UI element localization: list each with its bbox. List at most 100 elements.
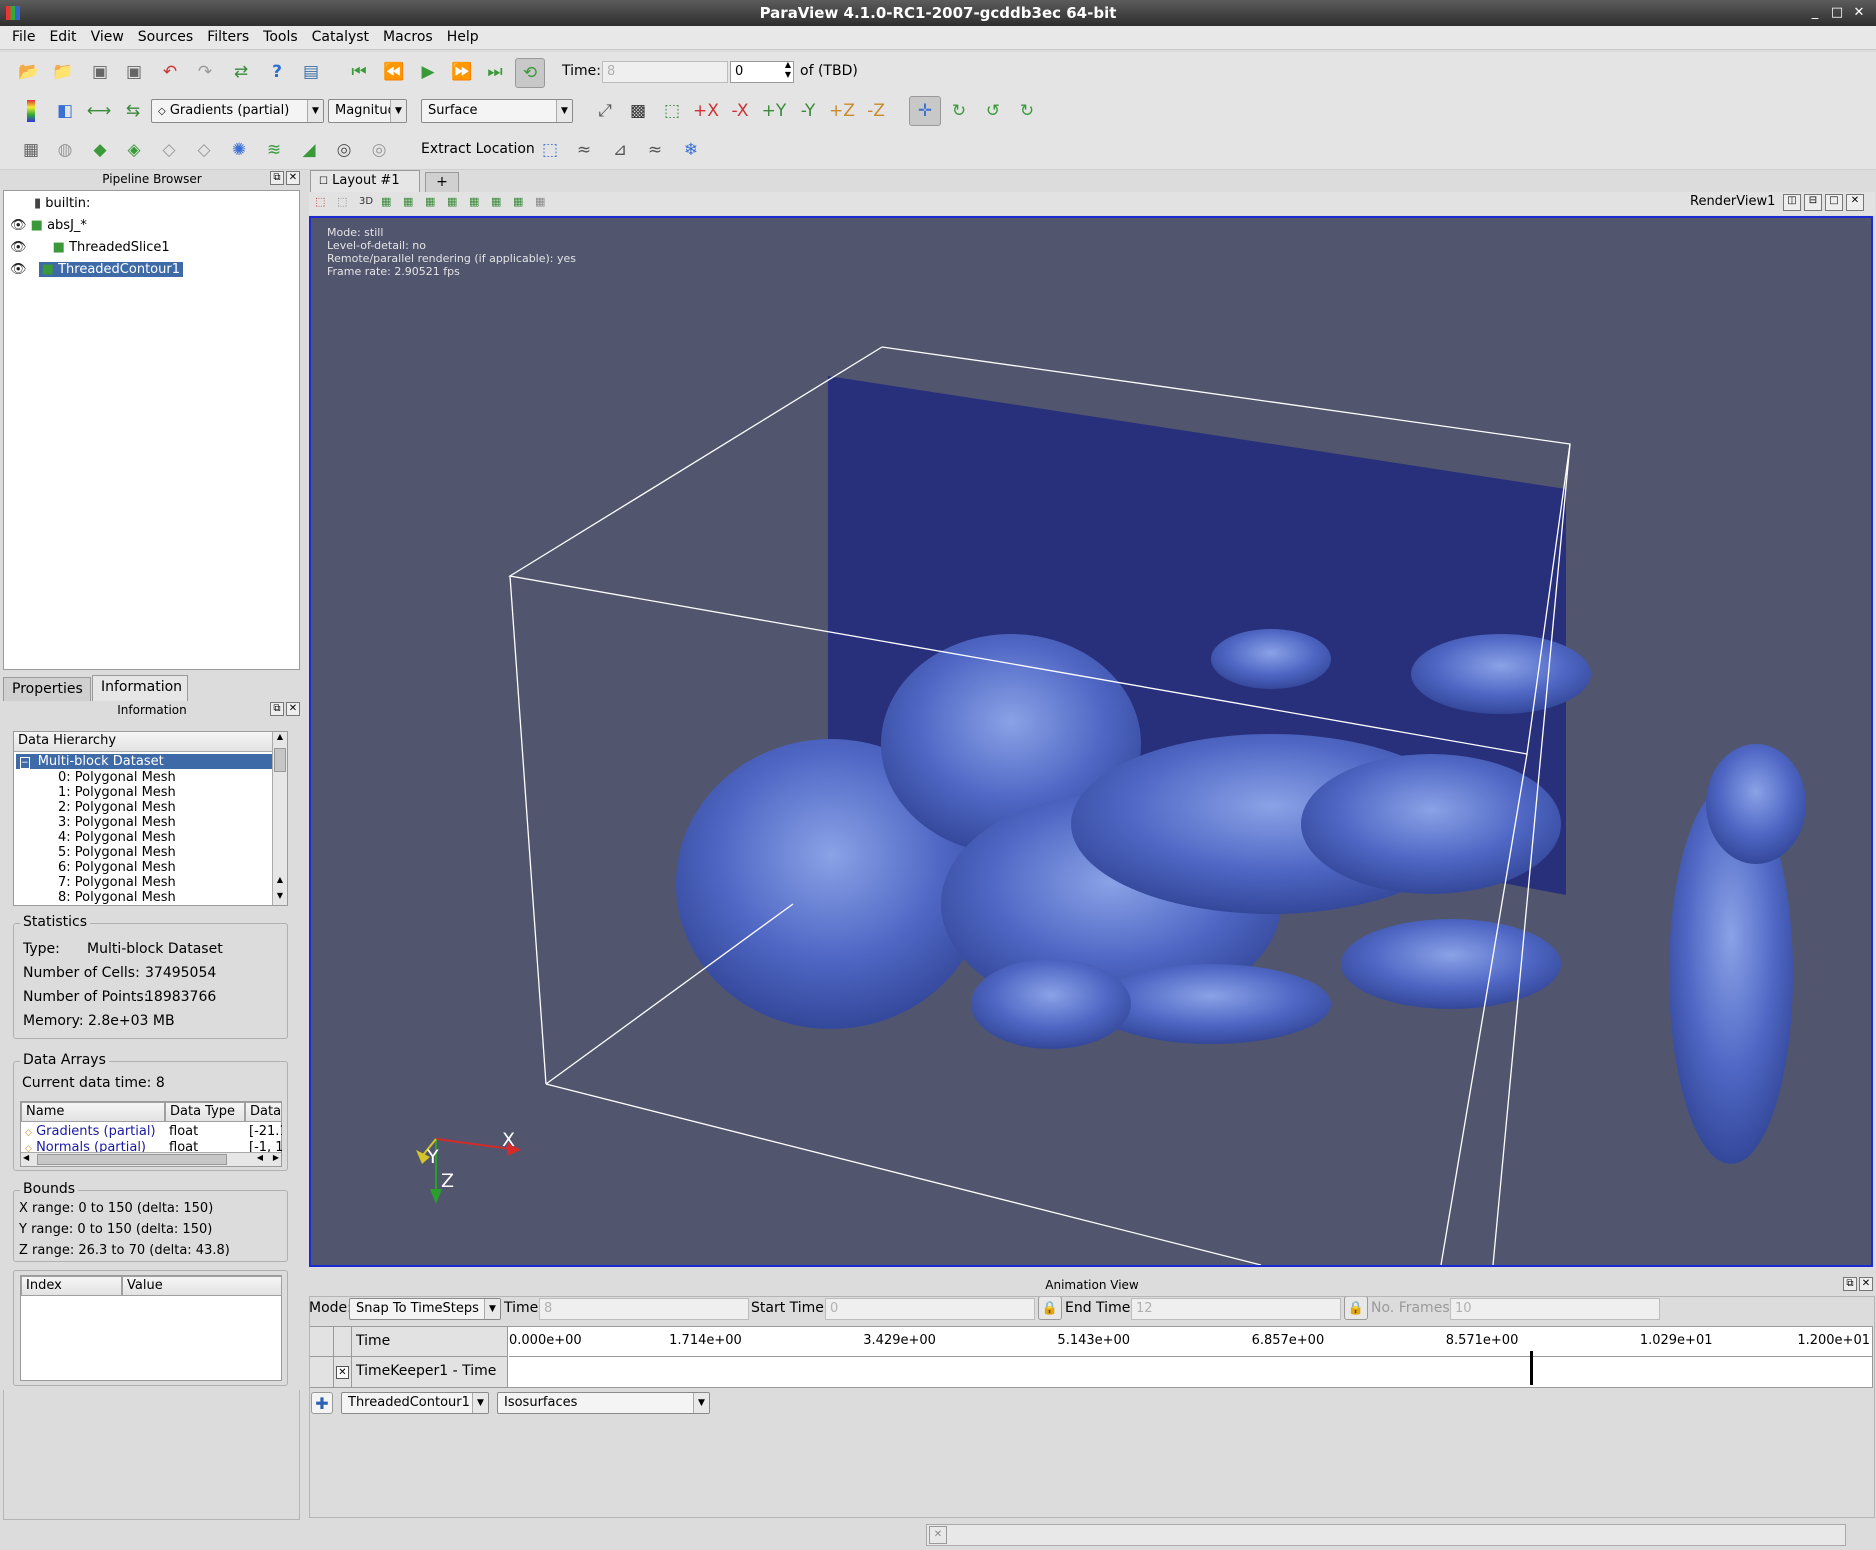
column-header-data-type[interactable]: Data Type [165,1102,245,1122]
zoom-to-data-icon[interactable]: ▩ [625,98,651,124]
menu-edit[interactable]: Edit [42,26,83,45]
menu-file[interactable]: File [5,26,42,45]
close-dock-icon[interactable]: ✕ [1859,1277,1873,1291]
hierarchy-scrollbar[interactable]: ▲ ▲ ▼ [272,732,287,905]
menu-filters[interactable]: Filters [200,26,256,45]
time-value-field[interactable]: 8 [602,61,728,83]
menu-tools[interactable]: Tools [256,26,305,45]
list-item[interactable]: 8: Polygonal Mesh [58,890,176,905]
abort-icon[interactable]: ✕ [929,1526,947,1544]
scroll-down-icon[interactable]: ▼ [273,891,287,905]
color-by-combo[interactable]: ◇ Gradients (partial) ▼ [151,99,324,123]
redo-icon[interactable]: ↷ [192,59,218,85]
select-frustum-icon[interactable]: ▦ [425,195,435,208]
menu-help[interactable]: Help [440,26,486,45]
collapse-icon[interactable]: − [20,757,30,769]
scroll-thumb[interactable] [274,748,286,772]
menu-macros[interactable]: Macros [376,26,440,45]
view-minus-z-icon[interactable]: -Z [863,98,889,124]
menu-view[interactable]: View [84,26,131,45]
view-plus-z-icon[interactable]: +Z [829,98,855,124]
list-item[interactable]: 7: Polygonal Mesh [58,875,176,890]
current-time-marker[interactable] [1530,1351,1534,1385]
previous-frame-icon[interactable]: ⏪ [381,59,407,85]
split-horizontal-icon[interactable]: ◫ [1783,194,1801,211]
select-points-icon[interactable]: ▦ [403,195,413,208]
edit-colormap-icon[interactable]: ◧ [52,98,78,124]
pipeline-item-threadedslice1[interactable]: 👁 ■ ThreadedSlice1 [10,240,170,258]
split-vertical-icon[interactable]: ⊟ [1804,194,1822,211]
close-dock-icon[interactable]: ✕ [286,171,300,185]
view-minus-y-icon[interactable]: -Y [795,98,821,124]
plot-selection-icon[interactable]: ≈ [642,137,668,163]
extract-location-label[interactable]: Extract Location [421,141,535,157]
clip-icon[interactable]: ◆ [87,137,113,163]
color-legend-icon[interactable] [18,98,44,124]
eye-icon[interactable]: 👁 [10,262,27,277]
save-data-icon[interactable]: ▣ [87,59,113,85]
column-header-index[interactable]: Index [21,1276,122,1296]
interactive-select-icon[interactable]: ▦ [469,195,479,208]
start-time-field[interactable]: 0 [825,1298,1035,1320]
rescale-range-icon[interactable]: ⟷ [86,98,112,124]
contour-icon[interactable]: ◍ [52,137,78,163]
end-time-field[interactable]: 12 [1131,1298,1341,1320]
track-property-combo[interactable]: Isosurfaces ▼ [497,1392,710,1414]
frames-field[interactable]: 10 [1450,1298,1660,1320]
list-item[interactable]: 5: Polygonal Mesh [58,845,176,860]
timekeeper-track-area[interactable] [509,1351,1872,1387]
threshold-icon[interactable]: ◇ [156,137,182,163]
scroll-right-icon[interactable]: ▶ [273,1153,279,1162]
particle-tracer-icon[interactable]: ❄ [678,137,704,163]
spin-arrows-icon[interactable]: ▲ ▼ [785,60,791,80]
menu-sources[interactable]: Sources [131,26,200,45]
lock-end-icon[interactable]: 🔒 [1344,1296,1368,1320]
list-item[interactable]: 3: Polygonal Mesh [58,815,176,830]
help-icon[interactable]: ? [264,59,290,85]
zoom-to-box-icon[interactable]: ⬚ [659,98,685,124]
list-item[interactable]: 1: Polygonal Mesh [58,785,176,800]
lock-start-icon[interactable]: 🔒 [1038,1296,1062,1320]
list-item[interactable]: 4: Polygonal Mesh [58,830,176,845]
last-frame-icon[interactable]: ⏭ [482,59,508,85]
slice-icon[interactable]: ◈ [121,137,147,163]
view-minus-x-icon[interactable]: -X [727,98,753,124]
grow-selection-icon[interactable]: ▦ [491,195,501,208]
connect-icon[interactable]: ⇄ [228,59,254,85]
close-window-button[interactable]: ✕ [1848,0,1870,26]
shrink-selection-icon[interactable]: ▦ [513,195,523,208]
first-frame-icon[interactable]: ⏮ [346,59,372,85]
rescale-custom-icon[interactable]: ⇆ [120,98,146,124]
camera-undo-icon[interactable]: ⬚ [337,195,347,208]
hierarchy-root[interactable]: − Multi-block Dataset [16,754,272,769]
plot-data-icon[interactable]: ⊿ [607,137,633,163]
rotate-90-cw-icon[interactable]: ↻ [946,98,972,124]
open-folder-icon[interactable]: 📂 [16,59,42,85]
close-dock-icon[interactable]: ✕ [286,702,300,716]
select-block-icon[interactable]: ▦ [447,195,457,208]
time-ruler[interactable]: 0.000e+00 1.714e+00 3.429e+00 5.143e+00 6.85… [509,1327,1872,1357]
extract-subset-icon[interactable]: ◇ [191,137,217,163]
tab-properties[interactable]: Properties [3,677,91,701]
reset-session-icon[interactable]: ▤ [298,59,324,85]
column-header-value[interactable]: Value [122,1276,282,1296]
eye-icon[interactable]: 👁 [10,240,27,255]
rotate-90-ccw-icon[interactable]: ↺ [980,98,1006,124]
scroll-up-icon[interactable]: ▲ [273,875,287,889]
menu-catalyst[interactable]: Catalyst [305,26,376,45]
anim-time-field[interactable]: 8 [539,1298,749,1320]
component-combo[interactable]: Magnitude ▼ [328,99,407,123]
mode-combo[interactable]: Snap To TimeSteps ▼ [349,1298,501,1320]
toggle-3d-button[interactable]: 3D [359,196,373,207]
track-enable-checkbox[interactable]: ✕ [334,1357,352,1387]
add-track-icon[interactable]: ✚ [311,1392,333,1414]
scroll-left-icon[interactable]: ◀ [23,1153,29,1162]
track-source-combo[interactable]: ThreadedContour1 ▼ [341,1392,489,1414]
maximize-view-icon[interactable]: □ [1825,194,1843,211]
list-item[interactable]: 6: Polygonal Mesh [58,860,176,875]
glyph-icon[interactable]: ✺ [226,137,252,163]
tab-information[interactable]: Information [92,675,188,701]
loop-icon[interactable]: ⟲ [515,58,545,88]
minimize-button[interactable]: _ [1804,0,1826,26]
pipeline-item-builtin[interactable]: ▮ builtin: [12,196,90,214]
